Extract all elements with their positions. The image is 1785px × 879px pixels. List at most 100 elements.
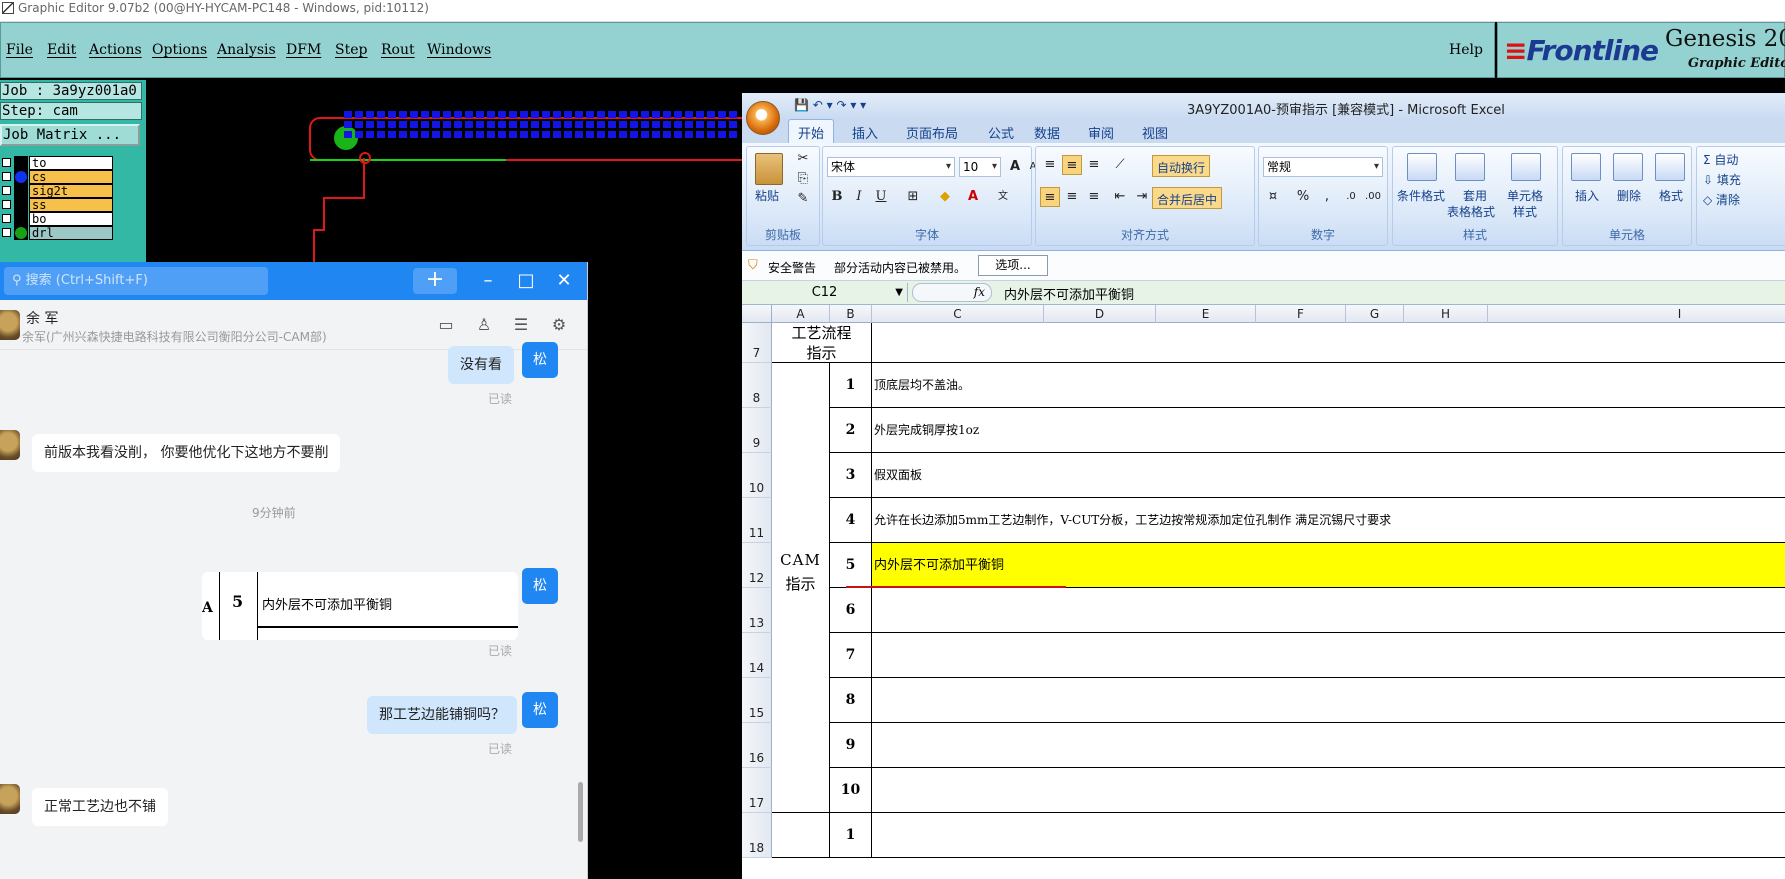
sender-avatar[interactable]: 松 xyxy=(522,568,558,604)
cell-style-label-2[interactable]: 样式 xyxy=(1513,203,1537,220)
font-color-icon[interactable]: A xyxy=(963,187,983,207)
align-middle-icon[interactable]: ≡ xyxy=(1062,155,1082,175)
ribbon-tab[interactable]: 开始 xyxy=(788,119,835,143)
currency-icon[interactable]: ¤ xyxy=(1263,187,1283,207)
column-header[interactable]: A xyxy=(772,305,830,323)
increase-decimal-icon[interactable]: .0 xyxy=(1341,187,1361,207)
menu-edit[interactable]: Edit xyxy=(47,42,76,58)
message-bubble[interactable]: 没有看 xyxy=(448,346,514,384)
layer-row[interactable]: cs xyxy=(0,170,116,184)
search-input[interactable]: ⚲ 搜索 (Ctrl+Shift+F) xyxy=(4,267,268,295)
row-header[interactable]: 14 xyxy=(742,633,772,678)
column-header[interactable]: F xyxy=(1256,305,1346,323)
fx-button[interactable]: fx xyxy=(912,283,992,302)
align-top-icon[interactable]: ≡ xyxy=(1040,155,1060,175)
conditional-format-icon[interactable] xyxy=(1407,153,1437,181)
delete-button[interactable]: 删除 xyxy=(1617,187,1641,204)
cam-label[interactable]: CAM 指示 xyxy=(772,363,830,813)
avatar[interactable] xyxy=(0,310,20,340)
conditional-format-button[interactable]: 条件格式 xyxy=(1397,187,1445,204)
layer-checkbox[interactable] xyxy=(2,214,11,223)
align-center-icon[interactable]: ≡ xyxy=(1062,187,1082,207)
menu-step[interactable]: Step xyxy=(335,42,367,58)
row-header[interactable]: 8 xyxy=(742,363,772,408)
layer-row[interactable]: sig2t xyxy=(0,184,116,198)
font-size-select[interactable]: 10 xyxy=(959,157,1001,177)
item-number[interactable]: 8 xyxy=(830,678,872,723)
menu-options[interactable]: Options xyxy=(152,42,207,58)
row-header[interactable]: 17 xyxy=(742,768,772,813)
instruction-cell[interactable] xyxy=(872,633,1785,678)
column-header[interactable]: H xyxy=(1404,305,1488,323)
layer-row[interactable]: to xyxy=(0,156,116,170)
message-bubble[interactable]: 前版本我看没削， 你要他优化下这地方不要削 xyxy=(32,434,341,472)
row-header[interactable]: 10 xyxy=(742,453,772,498)
message-bubble[interactable]: 那工艺边能铺铜吗？ xyxy=(367,696,517,734)
menu-actions[interactable]: Actions xyxy=(89,42,142,58)
pcb-canvas[interactable] xyxy=(146,80,746,265)
decrease-indent-icon[interactable]: ⇤ xyxy=(1110,187,1130,207)
message-bubble[interactable]: 正常工艺边也不铺 xyxy=(32,788,168,826)
item-number[interactable]: 3 xyxy=(830,453,872,498)
instruction-cell[interactable]: 内外层不可添加平衡铜 xyxy=(872,543,1785,588)
merge-center-button[interactable]: 合并后居中 xyxy=(1152,187,1223,209)
format-button[interactable]: 格式 xyxy=(1659,187,1683,204)
instruction-cell[interactable]: 外层完成铜厚按1oz xyxy=(872,408,1785,453)
align-left-icon[interactable]: ≡ xyxy=(1040,187,1060,207)
layer-name[interactable]: ss xyxy=(29,198,113,212)
ribbon-tab[interactable]: 公式 xyxy=(988,123,1014,142)
scrollbar[interactable] xyxy=(578,782,583,842)
ribbon-tab[interactable]: 页面布局 xyxy=(906,123,958,142)
ribbon-tab[interactable]: 数据 xyxy=(1034,123,1060,142)
ribbon-tab[interactable]: 插入 xyxy=(852,123,878,142)
menu-dfm[interactable]: DFM xyxy=(286,42,321,58)
fill-button[interactable]: ⇩ 填充 xyxy=(1703,171,1741,188)
options-button[interactable]: 选项... xyxy=(978,255,1048,276)
align-right-icon[interactable]: ≡ xyxy=(1084,187,1104,207)
cell-style-label-1[interactable]: 单元格 xyxy=(1507,187,1543,204)
increase-indent-icon[interactable]: ⇥ xyxy=(1132,187,1152,207)
column-header[interactable]: I xyxy=(1488,305,1785,323)
add-button[interactable]: + xyxy=(413,268,457,294)
row-header[interactable]: 13 xyxy=(742,588,772,633)
ribbon-tab[interactable]: 审阅 xyxy=(1088,123,1114,142)
spreadsheet-grid[interactable]: ABCDEFGHIJ7工艺流程 指示CAM指示81顶底层均不盖油。92外层完成铜… xyxy=(742,305,1785,879)
row-header[interactable]: 15 xyxy=(742,678,772,723)
instruction-cell[interactable] xyxy=(872,768,1785,813)
comma-icon[interactable]: , xyxy=(1317,187,1337,207)
layer-name[interactable]: to xyxy=(29,156,113,170)
item-number[interactable]: 10 xyxy=(830,768,872,813)
layer-checkbox[interactable] xyxy=(2,200,11,209)
align-bottom-icon[interactable]: ≡ xyxy=(1084,155,1104,175)
process-label[interactable]: 工艺流程 指示 xyxy=(772,323,872,363)
row-header[interactable]: 11 xyxy=(742,498,772,543)
cut-icon[interactable]: ✂ xyxy=(793,149,813,169)
sender-avatar[interactable]: 松 xyxy=(522,342,558,378)
menu-help[interactable]: Help xyxy=(1449,42,1483,58)
layer-row[interactable]: ss xyxy=(0,198,116,212)
column-header[interactable]: B xyxy=(830,305,872,323)
column-header[interactable]: E xyxy=(1156,305,1256,323)
table-format-icon[interactable] xyxy=(1455,153,1485,181)
menu-file[interactable]: File xyxy=(6,42,33,58)
minimize-icon[interactable]: – xyxy=(474,267,502,295)
layer-row[interactable]: drl xyxy=(0,226,116,240)
search-history-icon[interactable]: ☰ xyxy=(511,315,531,335)
row-header[interactable]: 7 xyxy=(742,323,772,363)
underline-icon[interactable]: U xyxy=(871,187,891,207)
row-header[interactable]: 18 xyxy=(742,813,772,858)
instruction-cell[interactable]: 假双面板 xyxy=(872,453,1785,498)
item-number[interactable]: 5 xyxy=(830,543,872,588)
insert-cells-icon[interactable] xyxy=(1571,153,1601,181)
autosum-button[interactable]: Σ 自动 xyxy=(1703,151,1738,168)
menu-rout[interactable]: Rout xyxy=(381,42,415,58)
job-matrix-button[interactable]: Job Matrix ... xyxy=(0,124,140,146)
ribbon-tab[interactable]: 视图 xyxy=(1142,123,1168,142)
select-all-corner[interactable] xyxy=(742,305,772,323)
format-cells-icon[interactable] xyxy=(1655,153,1685,181)
insert-button[interactable]: 插入 xyxy=(1575,187,1599,204)
table-format-label-2[interactable]: 表格格式 xyxy=(1447,203,1495,220)
image-message[interactable]: A 5 内外层不可添加平衡铜 xyxy=(202,572,518,640)
gear-icon[interactable]: ⚙ xyxy=(549,315,569,335)
item-number[interactable]: 1 xyxy=(830,363,872,408)
